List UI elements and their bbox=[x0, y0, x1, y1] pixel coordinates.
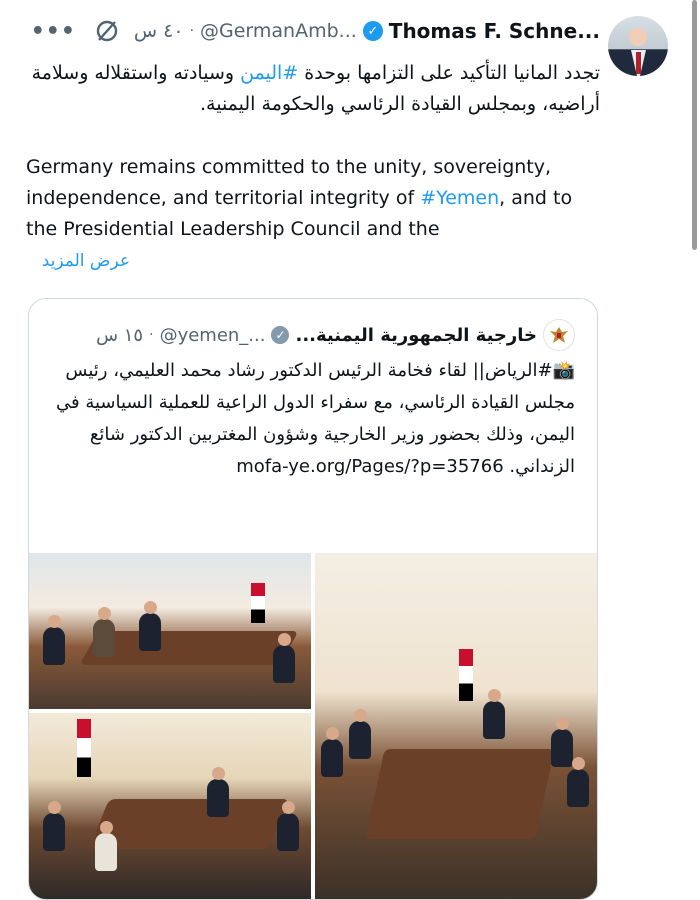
author-name[interactable]: Thomas F. Schne... bbox=[389, 19, 600, 43]
tweet-text-english: Germany remains committed to the unity, … bbox=[26, 152, 606, 245]
person bbox=[567, 769, 589, 807]
quoted-time[interactable]: ١٥ س bbox=[96, 325, 143, 346]
scrollbar[interactable] bbox=[692, 0, 697, 250]
person bbox=[43, 813, 65, 851]
person-head bbox=[48, 615, 61, 628]
verified-badge-icon: ✓ bbox=[362, 21, 383, 41]
mute-icon[interactable] bbox=[94, 18, 120, 44]
person-head bbox=[282, 801, 295, 814]
yemen-flag-icon bbox=[77, 719, 91, 777]
author-handle[interactable]: @GermanAmb... bbox=[200, 20, 357, 42]
meeting-photo-1[interactable] bbox=[29, 553, 311, 709]
person bbox=[349, 721, 371, 759]
person-head bbox=[48, 801, 61, 814]
person bbox=[273, 645, 295, 683]
quoted-tweet[interactable]: ١٥ س · @yemen_... ✓ خارجية الجمهورية الي… bbox=[28, 298, 598, 900]
quoted-tweet-text: 📸#الرياض|| لقاء فخامة الرئيس الدكتور رشا… bbox=[56, 360, 575, 477]
tweet-header: ••• ٤٠ س · @GermanAmb... ✓ Thomas F. Sch… bbox=[31, 16, 600, 46]
person-head bbox=[278, 633, 291, 646]
tweet-time[interactable]: ٤٠ س bbox=[134, 20, 184, 42]
person-head bbox=[144, 601, 157, 614]
author-avatar[interactable] bbox=[608, 16, 668, 76]
person bbox=[93, 619, 115, 657]
avatar-tie bbox=[636, 52, 641, 74]
person-head bbox=[556, 717, 569, 730]
person bbox=[483, 701, 505, 739]
government-badge-icon: ✓ bbox=[271, 326, 290, 344]
eagle-emblem-icon bbox=[550, 327, 568, 343]
person bbox=[139, 613, 161, 651]
person bbox=[95, 833, 117, 871]
hashtag-link-yemen[interactable]: #Yemen bbox=[420, 187, 499, 209]
separator-dot: · bbox=[149, 327, 154, 343]
photo-grid bbox=[29, 553, 597, 899]
person-head bbox=[212, 767, 225, 780]
person bbox=[277, 813, 299, 851]
person-head bbox=[354, 709, 367, 722]
quoted-tweet-header: ١٥ س · @yemen_... ✓ خارجية الجمهورية الي… bbox=[96, 319, 575, 351]
person bbox=[551, 729, 573, 767]
yemen-flag-icon bbox=[251, 583, 265, 623]
person bbox=[321, 739, 343, 777]
hashtag-link-yemen-ar[interactable]: #اليمن bbox=[240, 62, 298, 84]
show-more-link[interactable]: عرض المزيد bbox=[42, 251, 130, 271]
yemen-flag-icon bbox=[459, 649, 473, 701]
quoted-author-name[interactable]: خارجية الجمهورية اليمنية... bbox=[295, 325, 537, 346]
more-options-icon[interactable]: ••• bbox=[31, 19, 76, 44]
meeting-photo-3[interactable] bbox=[29, 713, 311, 899]
yemen-emblem-icon[interactable] bbox=[543, 319, 575, 351]
person bbox=[207, 779, 229, 817]
person bbox=[43, 627, 65, 665]
person-head bbox=[326, 727, 339, 740]
person-head bbox=[572, 757, 585, 770]
tweet-text-arabic: تجدد المانيا التأكيد على التزامها بوحدة … bbox=[20, 58, 600, 120]
person-head bbox=[98, 607, 111, 620]
arabic-text-prefix: تجدد المانيا التأكيد على التزامها بوحدة bbox=[298, 62, 600, 84]
person-head bbox=[100, 821, 113, 834]
meeting-table bbox=[88, 799, 290, 849]
separator-dot: · bbox=[189, 23, 195, 39]
person-head bbox=[488, 689, 501, 702]
quoted-handle[interactable]: @yemen_... bbox=[160, 325, 266, 346]
meeting-table bbox=[365, 749, 555, 839]
meeting-photo-2[interactable] bbox=[315, 553, 597, 899]
